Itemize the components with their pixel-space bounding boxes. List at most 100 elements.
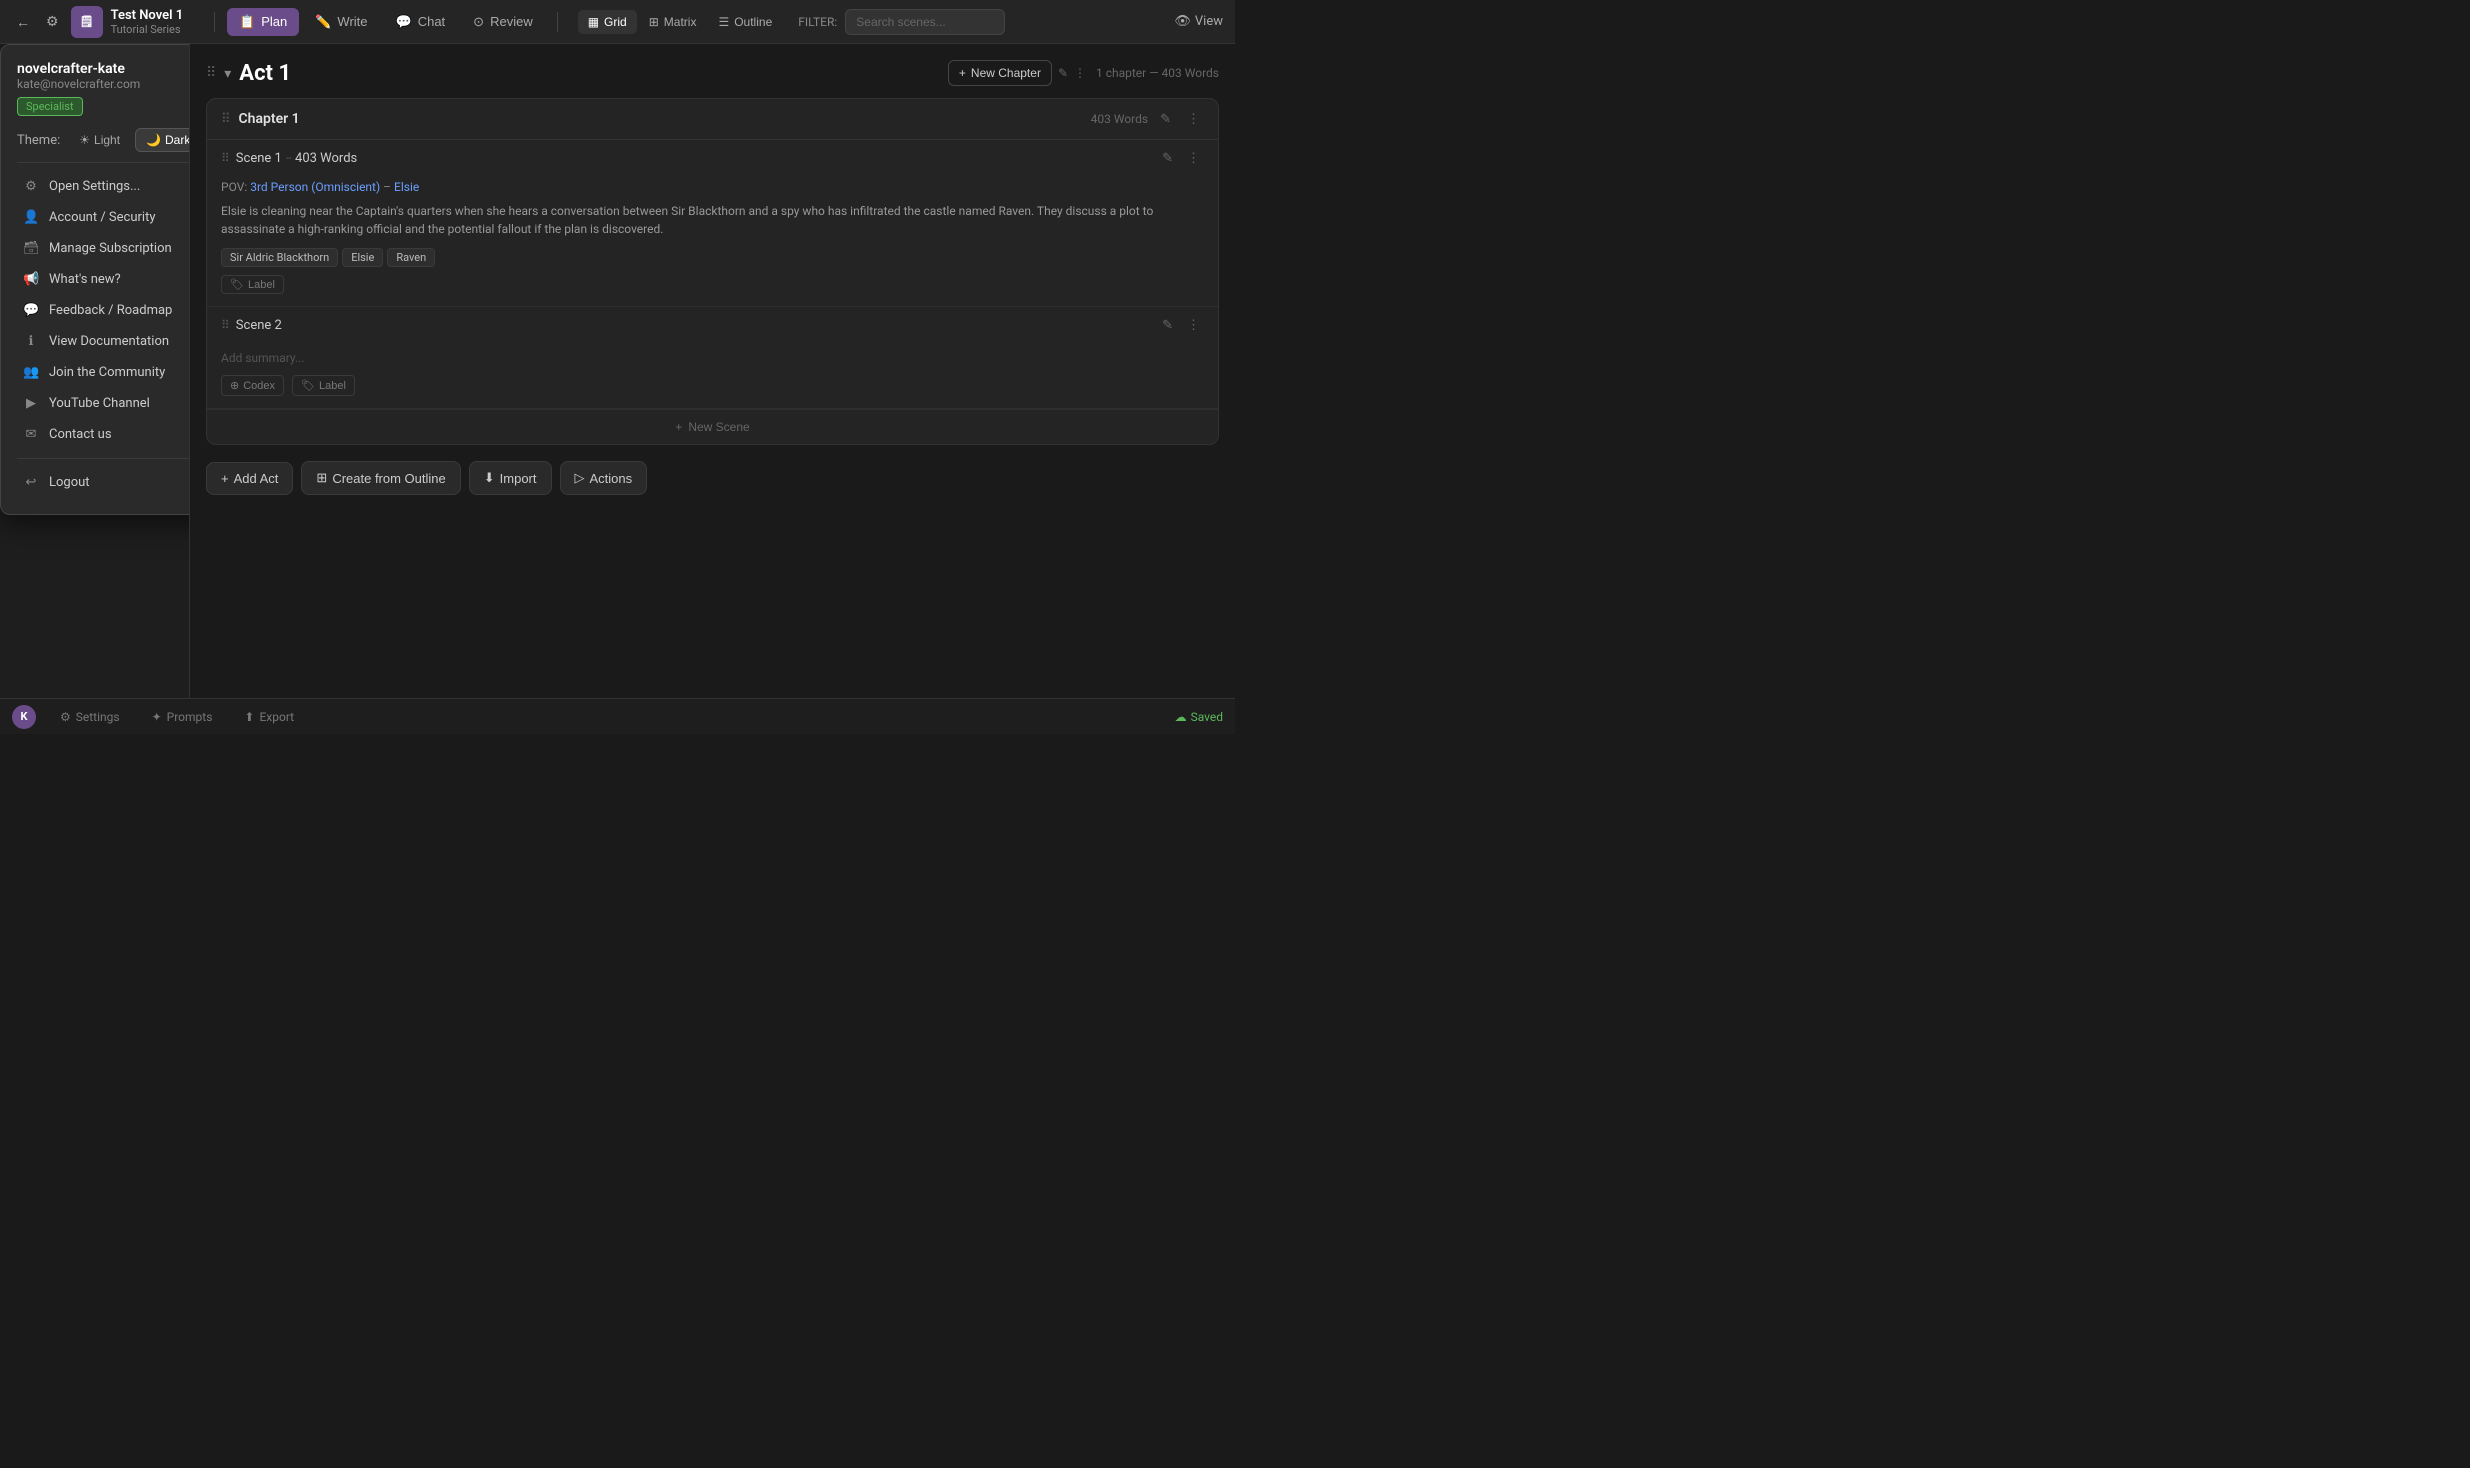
popup-youtube[interactable]: ▶ YouTube Channel: [17, 388, 190, 419]
scene2-label-btn[interactable]: 🏷 Label: [292, 375, 355, 396]
settings-icon-button[interactable]: ⚙: [42, 9, 63, 34]
logout-icon: ↩: [23, 475, 39, 490]
feedback-icon: 💬: [23, 303, 39, 318]
scene2-actions: ⊕ Codex 🏷 Label: [221, 375, 1204, 396]
chapter-words: 403 Words: [1091, 112, 1148, 126]
act-collapse-btn[interactable]: ▾: [224, 65, 231, 82]
act-more-btn[interactable]: ⋮: [1074, 66, 1086, 80]
review-icon: ⊙: [473, 14, 484, 30]
user-popup: novelcrafter-kate kate@novelcrafter.com …: [0, 44, 190, 515]
tab-chat-label: Chat: [418, 14, 445, 29]
label2-icon: 🏷: [301, 379, 315, 392]
scene-search-input[interactable]: [845, 9, 1005, 35]
theme-label: Theme:: [17, 133, 60, 148]
docs-icon: ℹ: [23, 334, 39, 349]
scene2-body: Add summary... ⊕ Codex 🏷 Label: [207, 343, 1218, 408]
new-scene-btn[interactable]: + New Scene: [207, 409, 1218, 444]
chapter-container: ⠿ Chapter 1 403 Words ✎ ⋮ ⠿ Scene 1 – 40…: [206, 98, 1219, 445]
chapter-more-btn[interactable]: ⋮: [1183, 109, 1204, 129]
popup-view-documentation[interactable]: ℹ View Documentation: [17, 326, 190, 357]
add-act-btn[interactable]: + Add Act: [206, 462, 293, 495]
label-icon: 🏷: [230, 278, 244, 291]
popup-divider2: [17, 458, 190, 459]
topbar-right: 👁 View: [1174, 14, 1223, 29]
youtube-icon: ▶: [23, 396, 39, 411]
tab-review[interactable]: ⊙ Review: [461, 8, 545, 36]
popup-whats-new[interactable]: 📢 What's new?: [17, 264, 190, 295]
popup-logout[interactable]: ↩ Logout: [17, 467, 190, 498]
write-icon: ✏️: [315, 14, 331, 30]
new-scene-plus-icon: +: [675, 420, 682, 434]
view-link[interactable]: 👁 View: [1174, 14, 1223, 29]
novel-subtitle: Tutorial Series: [111, 23, 184, 36]
main-content: ⠿ ▾ Act 1 + New Chapter ✎ ⋮ 1 chapter — …: [190, 44, 1235, 698]
popup-contact[interactable]: ✉ Contact us: [17, 419, 190, 450]
topbar: ← ⚙ 🗒 Test Novel 1 Tutorial Series 📋 Pla…: [0, 0, 1235, 44]
moon-icon: 🌙: [146, 133, 161, 147]
bottom-export[interactable]: ⬆ Export: [236, 706, 302, 728]
chapter-edit-btn[interactable]: ✎: [1156, 109, 1175, 129]
create-outline-btn[interactable]: ⊞ Create from Outline: [301, 461, 460, 495]
scene2-more-btn[interactable]: ⋮: [1183, 315, 1204, 335]
scene2-drag-handle[interactable]: ⠿: [221, 318, 230, 332]
import-btn[interactable]: ⬇ Import: [469, 461, 552, 495]
settings-icon: ⚙: [23, 179, 39, 194]
eye-icon: 👁: [1174, 14, 1191, 29]
theme-light-btn[interactable]: ☀ Light: [68, 128, 131, 152]
bottom-bar: K ⚙ Settings ✦ Prompts ⬆ Export ☁ Saved: [0, 698, 1235, 734]
tab-chat[interactable]: 💬 Chat: [384, 8, 458, 36]
view-toggle: ▦ Grid ⊞ Matrix ☰ Outline: [578, 10, 783, 34]
view-btn-outline[interactable]: ☰ Outline: [708, 10, 782, 34]
act-drag-handle[interactable]: ⠿: [206, 65, 216, 81]
saved-icon: ☁: [1175, 710, 1187, 724]
user-avatar[interactable]: K: [12, 705, 36, 729]
view-btn-grid[interactable]: ▦ Grid: [578, 10, 637, 34]
act-header: ⠿ ▾ Act 1 + New Chapter ✎ ⋮ 1 chapter — …: [206, 60, 1219, 86]
create-outline-icon: ⊞: [316, 470, 327, 486]
scene1-more-btn[interactable]: ⋮: [1183, 148, 1204, 168]
tab-write-label: Write: [337, 14, 367, 29]
popup-feedback[interactable]: 💬 Feedback / Roadmap: [17, 295, 190, 326]
app-logo: 🗒: [71, 6, 103, 38]
scene2-codex-btn[interactable]: ⊕ Codex: [221, 375, 284, 396]
popup-manage-subscription[interactable]: 🗃 Manage Subscription: [17, 233, 190, 264]
chapter-header: ⠿ Chapter 1 403 Words ✎ ⋮: [207, 99, 1218, 140]
sidebar: novelcrafter-kate kate@novelcrafter.com …: [0, 44, 190, 698]
sun-icon: ☀: [79, 133, 90, 147]
codex-icon: ⊕: [230, 379, 239, 392]
bottom-settings[interactable]: ⚙ Settings: [52, 706, 128, 728]
tab-plan[interactable]: 📋 Plan: [227, 8, 299, 36]
act-edit-btn[interactable]: ✎: [1058, 66, 1068, 80]
community-icon: 👥: [23, 365, 39, 380]
popup-username: novelcrafter-kate: [17, 61, 190, 77]
import-icon: ⬇: [484, 470, 495, 486]
main-layout: novelcrafter-kate kate@novelcrafter.com …: [0, 44, 1235, 698]
theme-dark-btn[interactable]: 🌙 Dark: [135, 128, 190, 152]
popup-open-settings[interactable]: ⚙ Open Settings...: [17, 171, 190, 202]
view-btn-matrix[interactable]: ⊞ Matrix: [639, 10, 707, 34]
scene-tag-elsie[interactable]: Elsie: [342, 248, 383, 267]
new-chapter-btn[interactable]: + New Chapter: [948, 60, 1052, 86]
back-button[interactable]: ←: [12, 10, 34, 34]
account-icon: 👤: [23, 210, 39, 225]
tab-write[interactable]: ✏️ Write: [303, 8, 379, 36]
scene1-edit-btn[interactable]: ✎: [1158, 148, 1177, 168]
divider: [214, 12, 215, 32]
scene1-label-btn[interactable]: 🏷 Label: [221, 275, 284, 294]
popup-join-community[interactable]: 👥 Join the Community: [17, 357, 190, 388]
theme-buttons: ☀ Light 🌙 Dark: [68, 128, 190, 152]
scene-tag-raven[interactable]: Raven: [387, 248, 435, 267]
actions-btn[interactable]: ▷ Actions: [560, 461, 648, 495]
chapter-drag-handle[interactable]: ⠿: [221, 112, 231, 127]
scene1-tags: Sir Aldric Blackthorn Elsie Raven: [221, 248, 1204, 267]
bottom-prompts[interactable]: ✦ Prompts: [144, 706, 221, 728]
scene2-container: ⠿ Scene 2 ✎ ⋮ Add summary... ⊕ Codex 🏷: [207, 307, 1218, 409]
scene2-edit-btn[interactable]: ✎: [1158, 315, 1177, 335]
popup-account-security[interactable]: 👤 Account / Security: [17, 202, 190, 233]
scene1-drag-handle[interactable]: ⠿: [221, 151, 230, 165]
scene-tag-blackthorn[interactable]: Sir Aldric Blackthorn: [221, 248, 338, 267]
bottom-prompts-icon: ✦: [152, 710, 162, 724]
scene1-summary: Elsie is cleaning near the Captain's qua…: [221, 202, 1204, 238]
chapter-title: Chapter 1: [239, 111, 1083, 127]
act-meta: 1 chapter — 403 Words: [1096, 66, 1219, 80]
